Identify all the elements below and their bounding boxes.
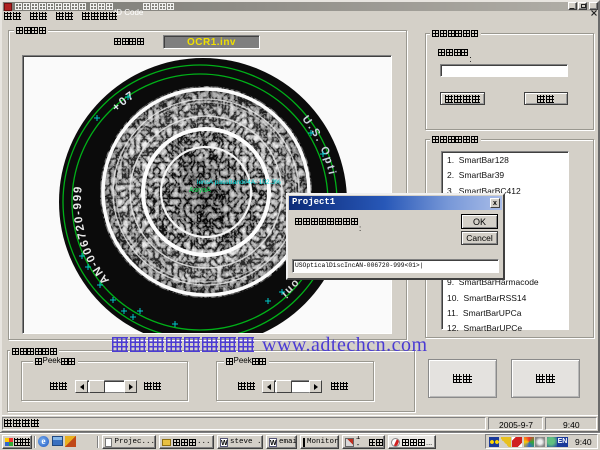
svg-text:AsiyaA: AsiyaA xyxy=(189,187,211,194)
svg-text:lensA passBand#4A: 102.3%: lensA passBand#4A: 102.3% xyxy=(197,179,281,186)
